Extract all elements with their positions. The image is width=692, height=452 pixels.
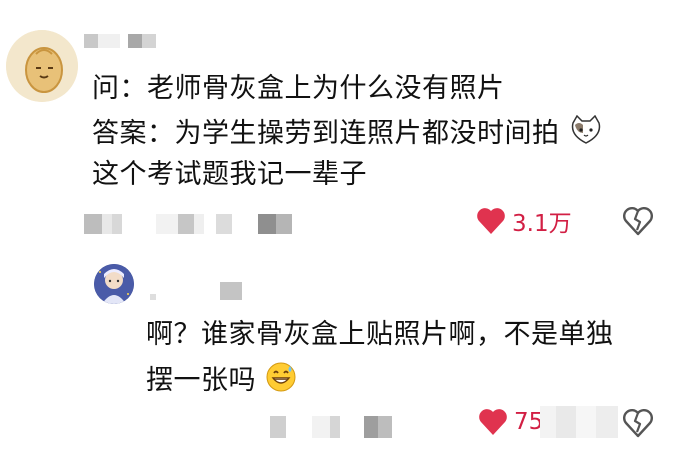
obscuring-mosaic — [540, 406, 618, 438]
comment-text-line: 问：老师骨灰盒上为什么没有照片 — [92, 73, 505, 104]
comment-text-line: 这个考试题我记一辈子 — [92, 159, 367, 190]
username-mosaic[interactable] — [150, 282, 242, 300]
comment-text-line: 答案：为学生操劳到连照片都没时间拍 — [92, 114, 603, 154]
reply-text-segment: 摆一张吗 — [146, 365, 256, 396]
reply-text-line: 啊？谁家骨灰盒上贴照片啊，不是单独 — [146, 319, 614, 350]
like-button[interactable]: 3.1万 — [476, 204, 572, 238]
dislike-broken-heart-icon[interactable] — [622, 206, 654, 240]
comment-meta-mosaic — [84, 214, 292, 234]
heart-icon — [479, 409, 507, 435]
like-count: 3.1万 — [512, 211, 572, 237]
cat-face-emoji-icon — [569, 114, 603, 154]
anime-character-avatar-icon[interactable] — [94, 264, 134, 304]
grinning-sweat-emoji-icon — [265, 361, 297, 402]
dislike-broken-heart-icon[interactable] — [622, 408, 654, 442]
comment-text-segment: 答案：为学生操劳到连照片都没时间拍 — [92, 118, 560, 149]
potato-avatar-icon[interactable] — [6, 30, 78, 102]
heart-icon — [477, 208, 505, 234]
reply-meta-mosaic — [270, 416, 392, 438]
username-mosaic[interactable] — [84, 34, 156, 48]
reply-text-line: 摆一张吗 — [146, 361, 297, 402]
